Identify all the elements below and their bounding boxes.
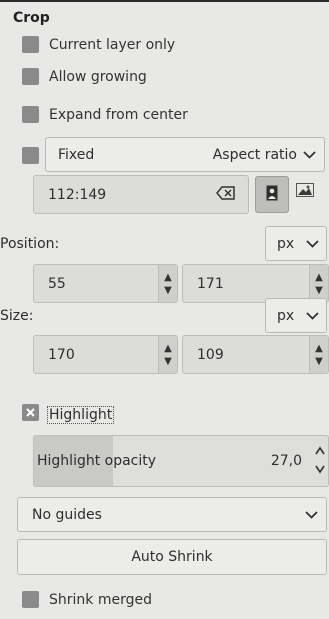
spin-down-icon[interactable]: ▼ [164,355,172,368]
allow-growing-label: Allow growing [49,68,147,85]
position-unit-value: px [277,235,295,252]
aspect-ratio-field[interactable]: 112:149 [33,175,249,214]
auto-shrink-button[interactable]: Auto Shrink [17,539,327,575]
spin-up-icon[interactable]: ▲ [164,271,172,284]
spin-up-icon[interactable]: ▲ [315,271,323,284]
size-width-value: 170 [48,346,75,363]
spin-up-icon[interactable] [315,444,325,462]
expand-from-center-checkbox[interactable]: Expand from center [22,106,188,123]
highlight-opacity-slider[interactable]: Highlight opacity 27,0 [33,435,329,487]
position-y-value: 171 [197,275,224,292]
x-checkbox-icon [22,404,39,425]
size-height-value: 109 [197,346,224,363]
checkbox-box [22,68,39,85]
auto-shrink-label: Auto Shrink [131,549,213,565]
highlight-label: Highlight [47,405,115,424]
fixed-aspect-combo[interactable]: Fixed Aspect ratio [45,137,325,172]
spin-down-icon[interactable]: ▼ [315,355,323,368]
shrink-merged-label: Shrink merged [49,591,152,608]
spin-up-icon[interactable]: ▲ [315,342,323,355]
chevron-down-icon [306,239,319,248]
size-width-spinbox[interactable]: 170 ▲ ▼ [33,335,178,374]
aspect-ratio-value: 112:149 [48,186,107,203]
shrink-merged-checkbox[interactable]: Shrink merged [22,591,152,608]
clear-icon[interactable] [216,185,236,204]
size-label: Size: [0,308,34,324]
position-label: Position: [0,236,60,252]
section-title: Crop [13,10,50,26]
fixed-select-value: Aspect ratio [212,146,297,163]
highlight-opacity-label: Highlight opacity [37,453,157,469]
fixed-label: Fixed [58,146,95,163]
spin-buttons[interactable] [315,444,325,480]
checkbox-box [22,106,39,123]
checkbox-box [22,591,39,608]
fixed-checkbox[interactable] [22,147,39,164]
spin-up-icon[interactable]: ▲ [164,342,172,355]
chevron-down-icon [305,510,318,519]
chevron-down-icon [306,311,319,320]
highlight-checkbox[interactable]: Highlight [22,404,115,425]
guides-value: No guides [32,506,102,523]
spin-down-icon[interactable]: ▼ [164,284,172,297]
portrait-button[interactable] [255,176,289,213]
highlight-opacity-value: 27,0 [270,453,302,469]
portrait-icon [266,185,278,205]
spin-buttons[interactable]: ▲ ▼ [309,336,328,373]
spin-buttons[interactable]: ▲ ▼ [158,336,177,373]
position-x-spinbox[interactable]: 55 ▲ ▼ [33,264,178,303]
checkbox-box [22,36,39,53]
size-unit-value: px [277,307,295,324]
expand-from-center-label: Expand from center [49,106,188,123]
current-layer-only-checkbox[interactable]: Current layer only [22,36,175,53]
size-height-spinbox[interactable]: 109 ▲ ▼ [182,335,329,374]
spin-down-icon[interactable]: ▼ [315,284,323,297]
allow-growing-checkbox[interactable]: Allow growing [22,68,147,85]
spin-buttons[interactable]: ▲ ▼ [309,265,328,302]
top-border [0,0,329,2]
chevron-down-icon [303,150,316,159]
position-unit-combo[interactable]: px [265,226,327,261]
spin-down-icon[interactable] [315,462,325,480]
landscape-icon[interactable] [296,183,314,201]
current-layer-only-label: Current layer only [49,36,176,53]
guides-combo[interactable]: No guides [17,497,327,532]
position-x-value: 55 [48,275,66,292]
spin-buttons[interactable]: ▲ ▼ [158,265,177,302]
size-unit-combo[interactable]: px [265,298,327,333]
